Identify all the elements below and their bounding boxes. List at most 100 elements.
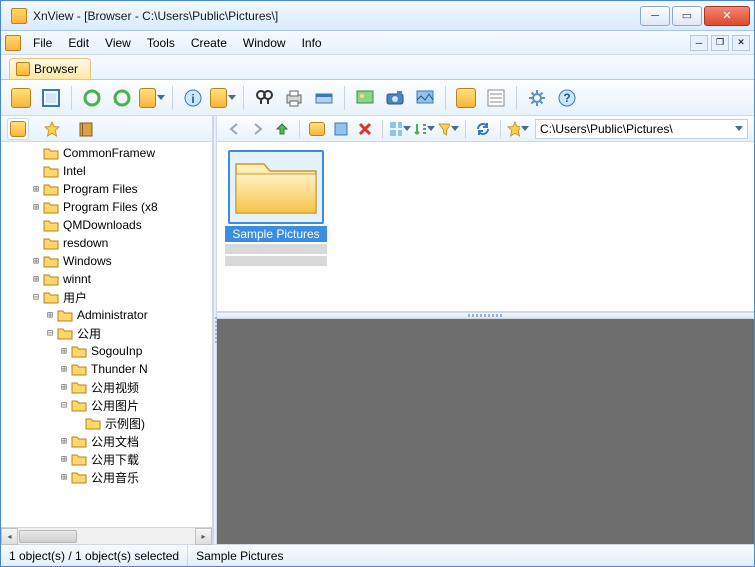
tree-item[interactable]: ⊞Thunder N <box>1 360 212 378</box>
expand-toggle[interactable]: ⊞ <box>29 184 43 195</box>
thumbnail-item[interactable]: Sample Pictures <box>225 150 327 266</box>
tree-item[interactable]: ⊞SogouInp <box>1 342 212 360</box>
tree-item[interactable]: ⊞winnt <box>1 270 212 288</box>
menu-file[interactable]: File <box>25 34 60 52</box>
horizontal-scrollbar[interactable]: ◂ ▸ <box>1 527 212 544</box>
tree-item-label: CommonFramew <box>63 146 155 160</box>
thumbnail-area[interactable]: Sample Pictures <box>217 142 754 312</box>
open-icon <box>11 88 31 108</box>
expand-toggle[interactable]: ⊞ <box>57 346 71 357</box>
filter-button[interactable] <box>437 118 459 140</box>
sort-button[interactable] <box>413 118 435 140</box>
expand-toggle[interactable]: ⊞ <box>57 472 71 483</box>
convert-button[interactable] <box>452 84 480 112</box>
open-button[interactable] <box>7 84 35 112</box>
tree-tab-folders[interactable] <box>7 118 29 140</box>
tree-item[interactable]: ⊞Program Files <box>1 180 212 198</box>
menu-create[interactable]: Create <box>183 34 235 52</box>
scroll-left-button[interactable]: ◂ <box>1 528 18 545</box>
scroll-thumb[interactable] <box>19 530 77 543</box>
nav-forward-button[interactable] <box>247 118 269 140</box>
expand-toggle[interactable]: ⊞ <box>57 454 71 465</box>
tree-item[interactable]: ⊟公用 <box>1 324 212 342</box>
print-button[interactable] <box>280 84 308 112</box>
new-folder-button[interactable] <box>306 118 328 140</box>
tree-item[interactable]: ⊟公用图片 <box>1 396 212 414</box>
expand-toggle[interactable]: ⊟ <box>29 292 43 303</box>
tree-item[interactable]: Intel <box>1 162 212 180</box>
vertical-splitter[interactable] <box>213 116 217 544</box>
expand-toggle[interactable]: ⊞ <box>57 382 71 393</box>
address-bar[interactable] <box>535 119 748 139</box>
expand-toggle[interactable]: ⊞ <box>43 310 57 321</box>
gear-icon <box>527 88 547 108</box>
refresh-button[interactable] <box>78 84 106 112</box>
horizontal-splitter[interactable] <box>217 312 754 319</box>
scroll-right-button[interactable]: ▸ <box>195 528 212 545</box>
capture-button[interactable] <box>381 84 409 112</box>
explorer-button[interactable] <box>209 84 237 112</box>
folder-icon <box>309 122 325 136</box>
tree-tab-favorites[interactable] <box>41 118 63 140</box>
tree-item[interactable]: QMDownloads <box>1 216 212 234</box>
maximize-button[interactable]: ▭ <box>672 6 702 26</box>
menu-view[interactable]: View <box>97 34 139 52</box>
tree-item-label: Intel <box>63 164 86 178</box>
nav-up-button[interactable] <box>271 118 293 140</box>
show-files-button[interactable] <box>330 118 352 140</box>
tree-item[interactable]: resdown <box>1 234 212 252</box>
list-button[interactable] <box>482 84 510 112</box>
expand-toggle[interactable]: ⊟ <box>57 400 71 411</box>
expand-toggle[interactable]: ⊞ <box>29 202 43 213</box>
info-button[interactable]: i <box>179 84 207 112</box>
expand-toggle[interactable]: ⊞ <box>29 274 43 285</box>
delete-button[interactable] <box>354 118 376 140</box>
mdi-close-button[interactable]: ✕ <box>732 35 750 51</box>
favorite-button[interactable] <box>507 118 529 140</box>
expand-toggle[interactable]: ⊞ <box>57 436 71 447</box>
fullscreen-button[interactable] <box>37 84 65 112</box>
nav-back-button[interactable] <box>223 118 245 140</box>
menu-info[interactable]: Info <box>294 34 330 52</box>
chevron-down-icon[interactable] <box>735 126 743 132</box>
menu-edit[interactable]: Edit <box>60 34 97 52</box>
folder-tree[interactable]: CommonFramew Intel ⊞Program Files⊞Program … <box>1 142 212 527</box>
tree-item[interactable]: ⊞公用下载 <box>1 450 212 468</box>
settings-button[interactable] <box>523 84 551 112</box>
close-button[interactable]: ✕ <box>704 6 750 26</box>
tree-item[interactable]: ⊟用户 <box>1 288 212 306</box>
help-button[interactable]: ? <box>553 84 581 112</box>
address-input[interactable] <box>540 122 734 136</box>
tree-item[interactable]: ⊞公用视频 <box>1 378 212 396</box>
sync-button[interactable] <box>472 118 494 140</box>
mdi-restore-button[interactable]: ❐ <box>711 35 729 51</box>
minimize-button[interactable]: ─ <box>640 6 670 26</box>
search-button[interactable] <box>250 84 278 112</box>
tree-item[interactable]: ⊞Administrator <box>1 306 212 324</box>
menu-window[interactable]: Window <box>235 34 294 52</box>
tree-item[interactable]: ⊞Windows <box>1 252 212 270</box>
menu-tools[interactable]: Tools <box>139 34 183 52</box>
folder-icon <box>43 236 59 250</box>
dropdown-button[interactable] <box>138 84 166 112</box>
tree-item[interactable]: 示例图) <box>1 414 212 432</box>
expand-toggle[interactable]: ⊞ <box>29 256 43 267</box>
folder-icon <box>43 146 59 160</box>
scanner-button[interactable] <box>310 84 338 112</box>
tab-browser[interactable]: Browser <box>9 58 91 79</box>
tree-item-label: 示例图) <box>105 415 145 432</box>
jpeg-button[interactable] <box>411 84 439 112</box>
wallpaper-button[interactable] <box>351 84 379 112</box>
separator <box>445 86 446 110</box>
tree-item[interactable]: ⊞Program Files (x8 <box>1 198 212 216</box>
expand-toggle[interactable]: ⊟ <box>43 328 57 339</box>
mdi-minimize-button[interactable]: ─ <box>690 35 708 51</box>
tree-item[interactable]: ⊞公用文档 <box>1 432 212 450</box>
tree-item[interactable]: CommonFramew <box>1 144 212 162</box>
tree-tab-categories[interactable] <box>75 118 97 140</box>
view-mode-button[interactable] <box>389 118 411 140</box>
reload-button[interactable] <box>108 84 136 112</box>
separator <box>243 86 244 110</box>
expand-toggle[interactable]: ⊞ <box>57 364 71 375</box>
tree-item[interactable]: ⊞公用音乐 <box>1 468 212 486</box>
